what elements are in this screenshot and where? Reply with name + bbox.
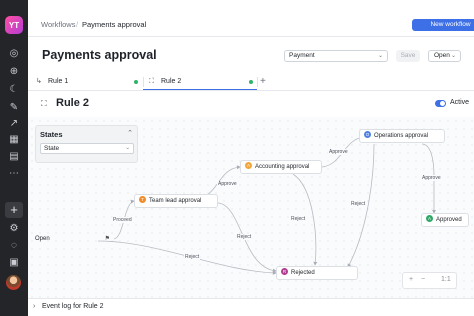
chevron-right-icon: ›: [33, 303, 36, 310]
zoom-reset-button[interactable]: 1:1: [441, 276, 451, 283]
avatar[interactable]: [6, 275, 21, 290]
rule-nodes-icon: ⛶: [41, 99, 47, 108]
pen-icon[interactable]: ✎: [8, 102, 20, 114]
edge-label-reject: Reject: [290, 216, 307, 222]
operations-badge: O: [364, 131, 371, 139]
open-button[interactable]: Open ⌄: [428, 50, 461, 62]
tabs-divider: [28, 90, 474, 91]
chevron-down-icon: ⌄: [450, 53, 456, 59]
check-circle-icon[interactable]: ◎: [8, 48, 20, 60]
state-select[interactable]: State ⌄: [40, 143, 134, 154]
settings-icon[interactable]: ⚙: [8, 223, 20, 235]
zoom-controls: + − 1:1: [402, 272, 457, 289]
active-toggle[interactable]: [435, 100, 446, 107]
node-rejected[interactable]: R Rejected: [276, 266, 358, 280]
moon-icon[interactable]: ☾: [8, 84, 20, 96]
states-panel: States ⌃ State ⌄: [35, 125, 138, 163]
node-label: Operations approval: [374, 133, 429, 139]
save-button[interactable]: Save: [396, 50, 420, 62]
tab-label: Rule 2: [161, 78, 182, 85]
approved-badge: A: [426, 215, 433, 223]
status-dot: [249, 80, 253, 84]
chart-icon[interactable]: ↗: [8, 118, 20, 130]
team-lead-badge: T: [139, 196, 146, 204]
status-dot: [134, 80, 138, 84]
open-button-label: Open: [434, 52, 450, 59]
tab-divider: [257, 77, 258, 87]
tab-rule-1[interactable]: ↳ Rule 1: [30, 74, 143, 90]
globe-icon[interactable]: ⊕: [8, 66, 20, 78]
event-log-bar[interactable]: › Event log for Rule 2: [28, 298, 474, 316]
state-select-value: State: [44, 145, 60, 152]
new-workflow-button[interactable]: New workflow: [412, 19, 474, 31]
flag-icon: ⚑: [104, 236, 110, 242]
node-approved[interactable]: A Approved: [421, 213, 469, 227]
title-more-button[interactable]: ···: [138, 49, 150, 59]
chevron-down-icon: ⌄: [377, 53, 383, 59]
app-logo[interactable]: YT: [5, 16, 23, 34]
node-label: Team lead approval: [149, 198, 202, 204]
rejected-badge: R: [281, 268, 288, 276]
tab-rule-2[interactable]: ⛶ Rule 2: [143, 74, 257, 90]
more-icon[interactable]: ⋯: [8, 168, 20, 180]
left-rail: YT ◎ ⊕ ☾ ✎ ↗ ▦ ▤ ⋯ + ⚙ ◌ ▣: [0, 0, 28, 316]
rule-title: Rule 2: [56, 97, 90, 109]
add-tab-button[interactable]: +: [260, 74, 266, 90]
node-label: Approved: [436, 217, 462, 223]
workflow-type-value: Payment: [289, 52, 315, 59]
event-log-label: Event log for Rule 2: [42, 303, 104, 310]
toggle-knob: [440, 101, 445, 106]
edge-label-reject: Reject: [236, 234, 253, 240]
node-label: Accounting approval: [255, 164, 310, 170]
edge-label-reject: Reject: [350, 201, 367, 207]
tab-label: Rule 1: [48, 78, 69, 85]
zoom-in-button[interactable]: +: [409, 276, 413, 283]
node-team-lead-approval[interactable]: T Team lead approval: [134, 194, 218, 208]
rule-link-icon: ↳: [36, 78, 42, 85]
node-accounting-approval[interactable]: A Accounting approval: [240, 160, 322, 174]
breadcrumb-separator: /: [76, 20, 79, 29]
edge-label-reject: Reject: [184, 254, 201, 260]
active-toggle-label: Active: [450, 99, 470, 106]
zoom-out-button[interactable]: −: [421, 276, 425, 283]
edge-label-approve: Approve: [217, 181, 238, 187]
node-label: Open: [35, 236, 50, 242]
breadcrumb-workflows[interactable]: Workflows: [41, 20, 75, 29]
plus-icon[interactable]: +: [5, 202, 23, 218]
edge-label-approve: Approve: [328, 149, 349, 155]
calendar-icon[interactable]: ▣: [8, 257, 20, 269]
node-open[interactable]: Open ⚑: [28, 233, 114, 247]
top-bar: Workflows / Payments approval New workfl…: [28, 0, 474, 34]
rule-nodes-icon: ⛶: [149, 78, 154, 85]
edge-label-proceed: Proceed: [112, 217, 133, 223]
workflow-type-select[interactable]: Payment ⌄: [284, 50, 388, 62]
accounting-badge: A: [245, 162, 252, 170]
workflow-canvas[interactable]: States ⌃ State ⌄ Open ⚑ T Team lead appro…: [28, 117, 474, 298]
breadcrumb-current: Payments approval: [82, 20, 147, 29]
edge-label-approve: Approve: [421, 175, 442, 181]
chevron-down-icon: ⌄: [125, 145, 130, 151]
node-operations-approval[interactable]: O Operations approval: [359, 129, 445, 143]
header-divider: [28, 36, 474, 37]
collapse-icon[interactable]: ⌃: [127, 129, 133, 137]
states-heading: States: [40, 130, 63, 139]
node-label: Rejected: [291, 270, 315, 276]
grid-icon[interactable]: ▦: [8, 134, 20, 146]
book-icon[interactable]: ▤: [8, 151, 20, 163]
bell-icon[interactable]: ◌: [8, 240, 20, 252]
